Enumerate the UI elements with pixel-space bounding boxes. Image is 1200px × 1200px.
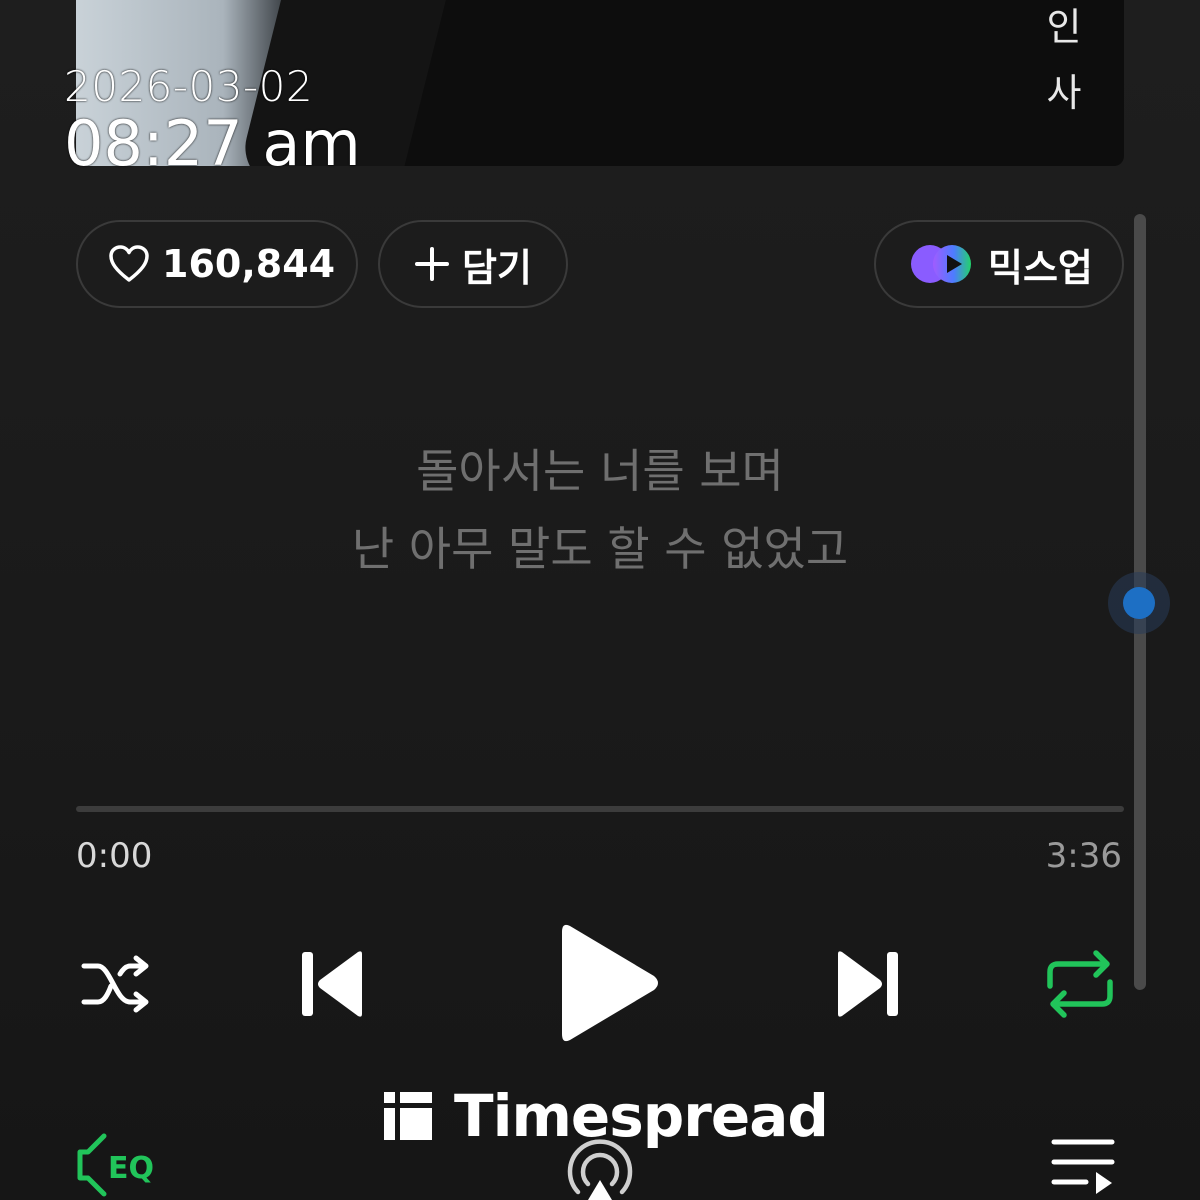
date-text: 2026-03-02 [64,62,314,111]
current-time: 0:00 [76,836,153,876]
time-text: 08:27 am [64,107,361,180]
lyrics-line-2[interactable]: 난 아무 말도 할 수 없었고 [0,510,1200,588]
play-button[interactable] [558,922,662,1044]
like-count: 160,844 [162,242,336,286]
scrollbar-thumb-dot [1123,587,1155,619]
album-side-char-2: 사 [1046,71,1082,115]
eq-label: EQ [108,1151,154,1186]
playlist-icon[interactable] [1050,1136,1116,1200]
plus-icon [415,247,449,281]
mixup-button[interactable]: 믹스업 [874,220,1124,308]
timespread-logo-icon [384,1092,432,1140]
album-side-text: 인 사 [1044,0,1084,126]
watermark-text: Timespread [454,1082,829,1150]
like-button[interactable]: 160,844 [76,220,358,308]
lyrics-line-1[interactable]: 돌아서는 너를 보며 [0,432,1200,510]
mixup-label: 믹스업 [988,245,1093,290]
add-to-playlist-button[interactable]: 담기 [378,220,568,308]
eq-icon[interactable]: EQ [74,1130,166,1200]
album-side-char-1: 인 [1046,5,1082,49]
heart-icon [109,245,149,282]
shuffle-icon[interactable] [80,954,154,1014]
next-track-icon[interactable] [834,948,900,1020]
repeat-icon[interactable] [1044,948,1116,1020]
scrollbar-thumb[interactable] [1108,572,1170,634]
progress-bar[interactable] [76,806,1124,812]
watermark: Timespread [384,1082,829,1150]
timestamp-overlay: 2026-03-02 08:27 am [64,62,361,180]
total-time: 3:36 [1045,836,1122,876]
add-label: 담기 [462,245,532,290]
mixup-icon [911,245,971,283]
previous-track-icon[interactable] [300,948,366,1020]
